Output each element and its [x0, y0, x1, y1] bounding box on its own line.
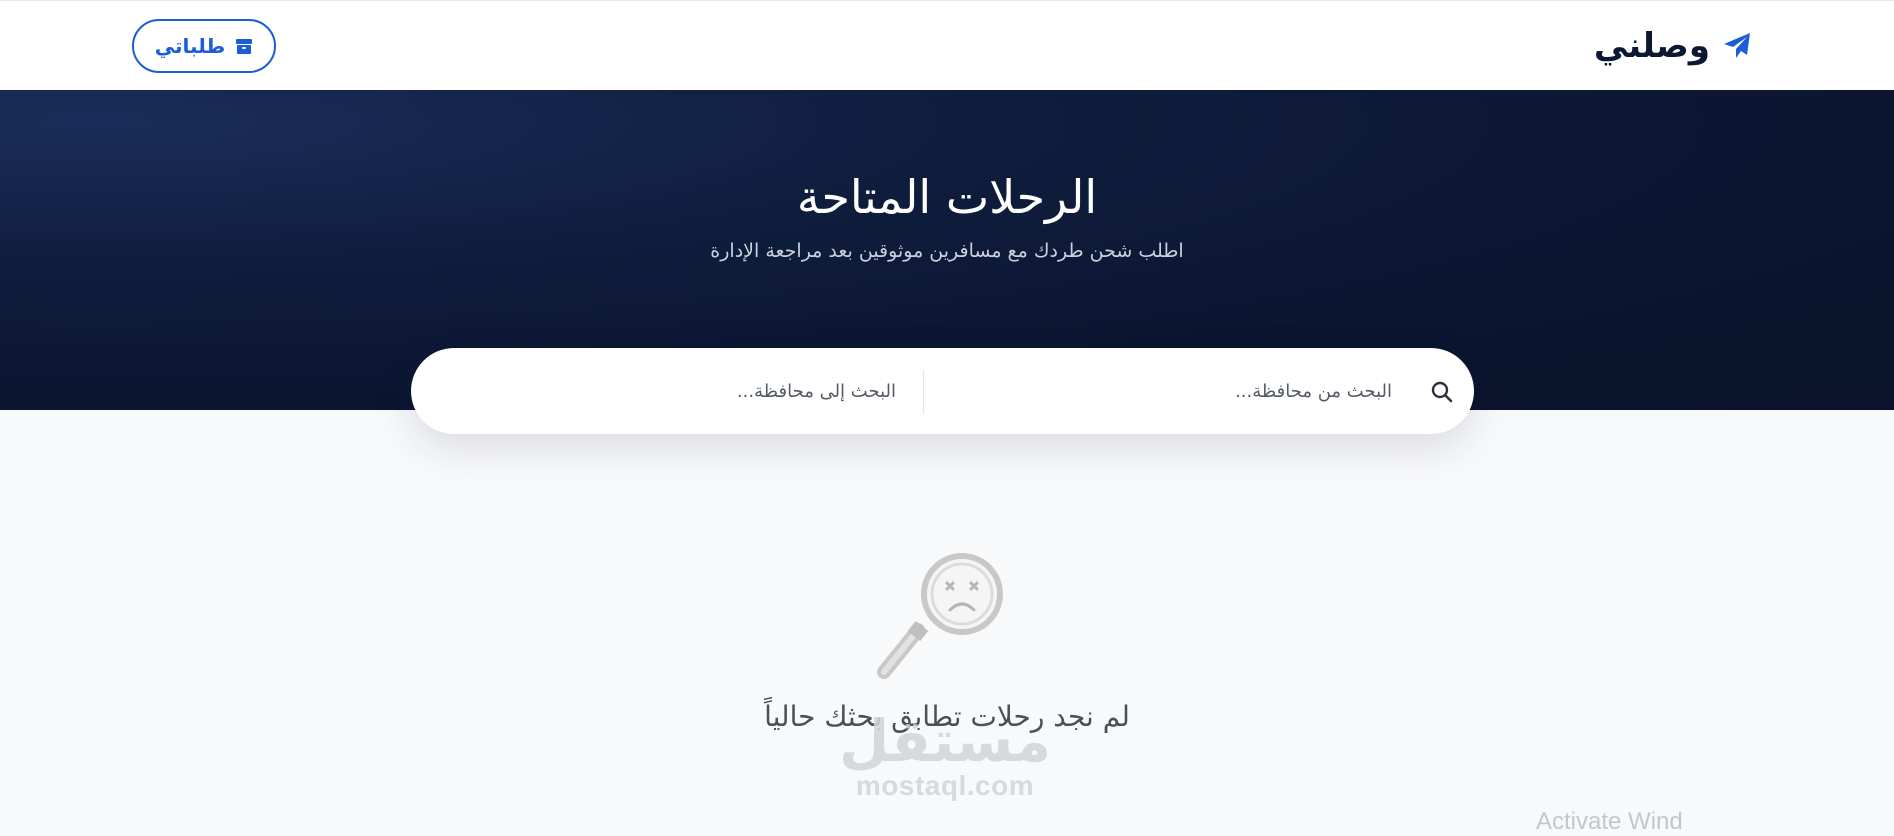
search-bar — [411, 348, 1474, 434]
my-orders-label: طلباتي — [154, 34, 226, 58]
my-orders-button[interactable]: طلباتي — [132, 19, 276, 73]
box-icon — [235, 37, 253, 55]
from-governorate-input[interactable] — [974, 370, 1394, 412]
brand-logo[interactable]: وصلني — [1594, 23, 1754, 69]
watermark-arabic: مستقل — [838, 707, 1052, 775]
watermark: مستقل mostaql.com — [830, 712, 1060, 802]
watermark-english: mostaql.com — [855, 770, 1035, 801]
search-icon[interactable] — [1430, 380, 1454, 404]
page-title: الرحلات المتاحة — [796, 170, 1098, 224]
paper-plane-icon — [1720, 29, 1754, 63]
search-divider — [923, 370, 924, 414]
brand-name: وصلني — [1593, 26, 1710, 66]
navbar: وصلني طلباتي — [0, 0, 1894, 90]
activate-windows-text: Activate Wind — [1536, 808, 1683, 835]
to-governorate-input[interactable] — [518, 370, 898, 412]
sad-magnifier-icon — [872, 552, 1012, 684]
page-subtitle: اطلب شحن طردك مع مسافرين موثوقين بعد مرا… — [710, 240, 1184, 262]
